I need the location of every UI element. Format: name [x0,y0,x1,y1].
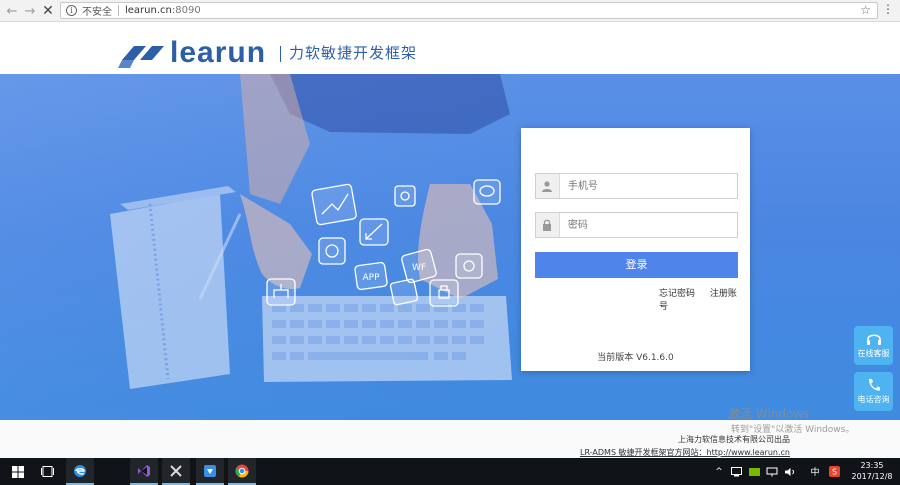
url-host: learun.cn [125,5,172,16]
url-text[interactable]: learun.cn:8090 [125,5,201,16]
ime-label: 中 [810,468,820,478]
phone-icon [868,379,880,391]
watermark-title: 激活 Windows [728,407,810,421]
lock-icon [536,213,560,237]
clock-time: 23:35 [860,461,884,470]
nvidia-tray-icon[interactable] [746,458,762,485]
phone-field[interactable] [535,173,738,199]
footer-company: 上海力软信息技术有限公司出品 [678,435,790,444]
refresh-tile-icon [318,237,346,265]
taskbar: ^ 中 S 23:35 2017/12/8 [0,458,900,485]
logo-slogan: 力软敏捷开发框架 [289,44,418,62]
dashboard-tile-icon [455,253,483,279]
site-logo[interactable]: learun 力软敏捷开发框架 [118,38,417,68]
watermark-subtitle: 转到"设置"以激活 Windows。 [731,425,855,435]
login-links: 忘记密码 注册账号 [659,286,750,312]
stop-loading-icon[interactable]: ✕ [38,1,58,21]
password-field[interactable] [535,212,738,238]
logo-divider [280,46,282,62]
phone-consult-button[interactable]: 电话咨询 [854,372,893,411]
start-windows-icon[interactable] [4,458,32,485]
chart-tile-icon [311,183,357,226]
back-icon[interactable]: ← [2,1,22,21]
screen: ← → ✕ i 不安全 learun.cn:8090 ☆ ⋮ learun 力软… [0,0,900,485]
version-label: 当前版本 V6.1.6.0 [597,353,674,363]
logo-text: learun [170,36,267,69]
tree-tile-icon [266,278,296,306]
sogou-ime-icon[interactable]: S [826,458,842,485]
phone-input[interactable] [567,175,737,197]
pinned-app-icon[interactable] [196,458,224,485]
address-separator [118,5,119,16]
logo-mark-icon [118,46,164,68]
site-header: learun 力软敏捷开发框架 [0,22,900,74]
browser-toolbar: ← → ✕ i 不安全 learun.cn:8090 ☆ ⋮ [0,0,900,22]
clock-date: 2017/12/8 [851,472,893,481]
activation-watermark: 激活 Windows 转到"设置"以激活 Windows。 [728,405,854,435]
footer-site-link[interactable]: LR-ADMS 敏捷开发框架官方网站：http://www.learun.cn [0,447,790,458]
hero-banner: APP WF [0,74,900,420]
login-panel: 登录 忘记密码 注册账号 当前版本 V6.1.6.0 [521,128,750,371]
url-port: :8090 [171,5,201,16]
phone-consult-label: 电话咨询 [857,395,890,404]
app-tile-label: APP [362,273,380,283]
keyboard-graphic [262,296,512,382]
address-bar[interactable]: i 不安全 learun.cn:8090 ☆ [60,2,878,19]
user-icon [536,174,560,198]
task-view-icon[interactable] [34,458,60,485]
hero-illustration: APP WF [0,74,520,420]
browser-menu-icon[interactable]: ⋮ [882,2,894,16]
online-service-button[interactable]: 在线客服 [854,326,893,365]
document-tile-icon [389,278,419,306]
tools-app-icon[interactable] [162,458,190,485]
gear-tile-icon [394,185,416,207]
login-button[interactable]: 登录 [535,252,738,278]
svg-text:S: S [831,468,836,477]
rocket-tile-icon [359,218,389,246]
system-clock[interactable]: 23:35 2017/12/8 [846,460,898,482]
wf-tile-label: WF [412,263,426,273]
notebook-graphic [110,186,236,389]
online-service-label: 在线客服 [857,349,890,358]
password-input[interactable] [567,214,737,236]
chrome-browser-icon[interactable] [228,458,256,485]
lock-tile-icon [429,279,459,307]
edge-browser-icon[interactable] [66,458,94,485]
chat-tile-icon [473,179,501,205]
volume-tray-icon[interactable] [782,458,798,485]
bookmark-star-icon[interactable]: ☆ [860,3,871,17]
info-icon[interactable]: i [66,5,77,16]
tray-app-icon[interactable] [728,458,744,485]
network-tray-icon[interactable] [764,458,780,485]
visual-studio-icon[interactable] [130,458,158,485]
tray-expand-icon[interactable]: ^ [712,458,726,485]
forward-icon[interactable]: → [20,1,40,21]
headset-icon [866,334,881,345]
forgot-password-link[interactable]: 忘记密码 [659,289,695,299]
security-label: 不安全 [82,7,112,18]
